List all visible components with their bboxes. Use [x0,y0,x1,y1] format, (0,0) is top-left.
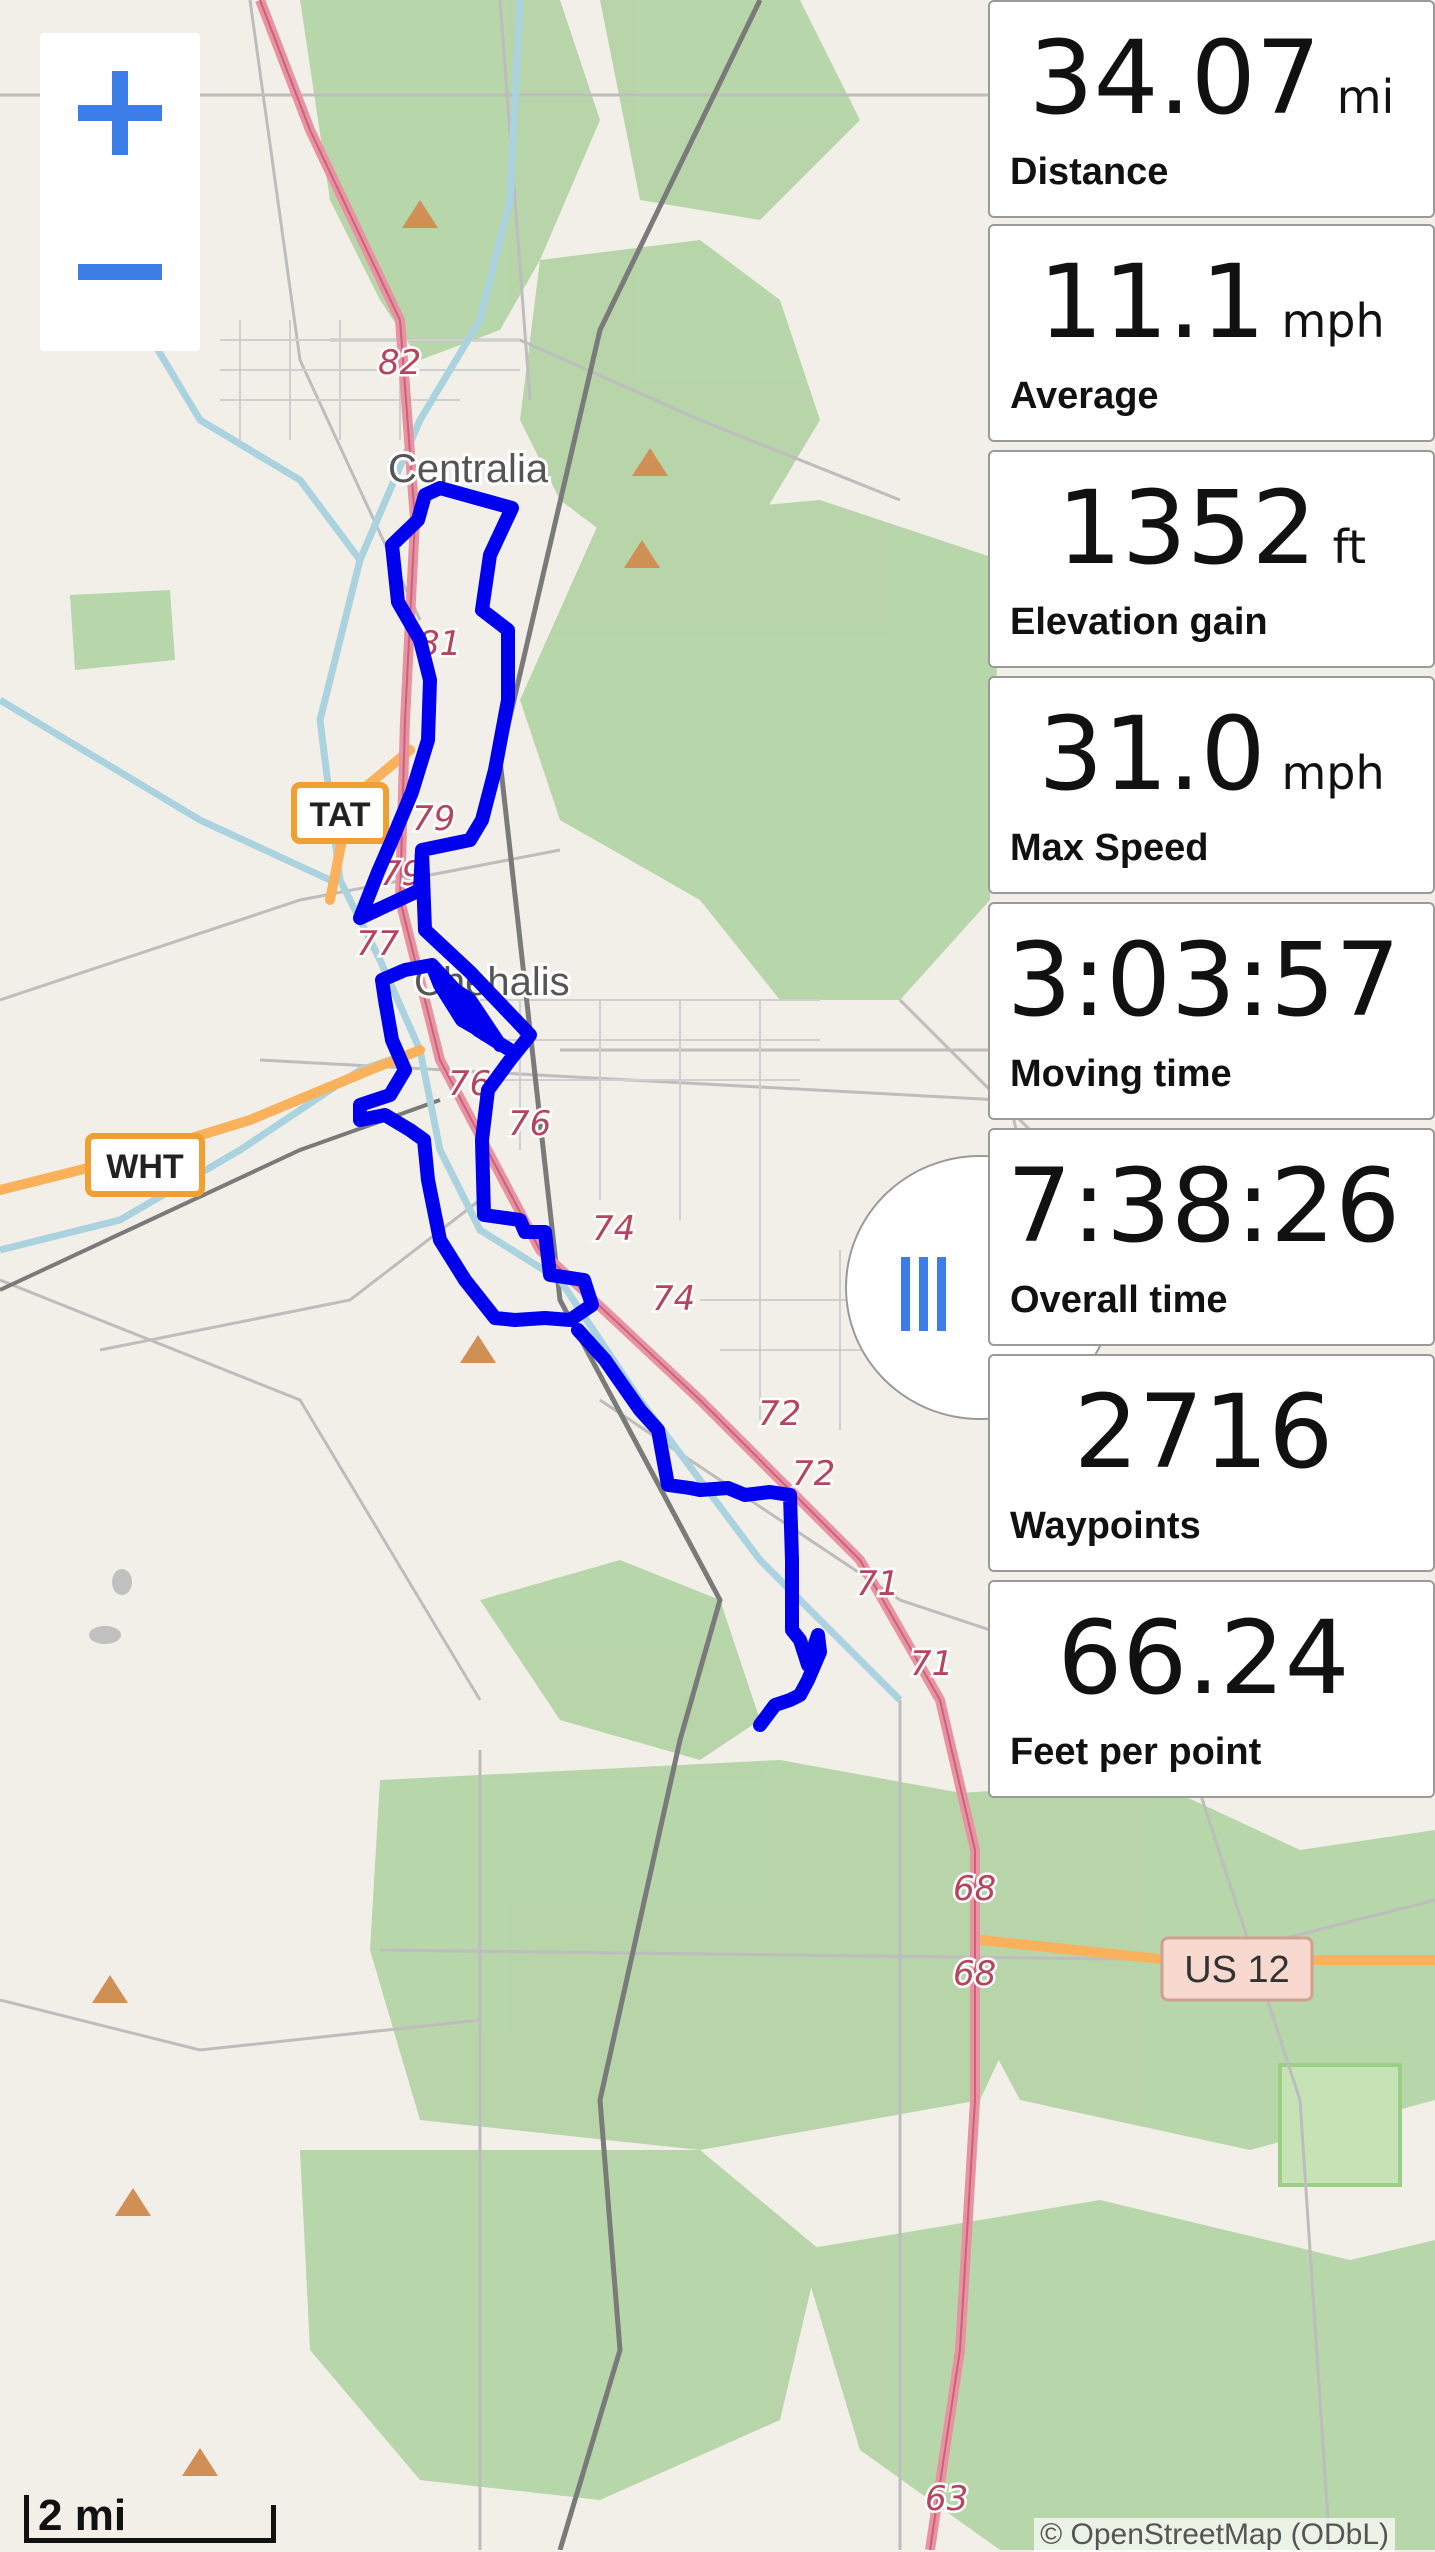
lake [89,1626,121,1644]
stat-unit: ft [1332,520,1366,574]
exit-label: 72 [792,1454,835,1494]
stat-label: Max Speed [1010,827,1209,869]
exit-label: 72 [758,1394,801,1434]
stat-unit: mi [1336,70,1395,124]
stat-unit: mph [1281,746,1385,800]
plus-icon [78,70,162,155]
stat-card-average: 11.1 mph Average [988,224,1435,442]
stat-label: Average [1010,375,1159,417]
exit-label: 71 [910,1644,953,1684]
exit-label: 68 [953,1954,996,1994]
svg-text:TAT: TAT [309,796,370,834]
highway-shield-tat: TAT [291,782,389,844]
stat-card-feet-per-point: 66.24 Feet per point [988,1580,1435,1798]
stat-card-max-speed: 31.0 mph Max Speed [988,676,1435,894]
stat-label: Elevation gain [1010,601,1268,643]
exit-label: 68 [953,1869,996,1909]
svg-text:WHT: WHT [106,1148,184,1186]
zoom-controls [40,33,200,351]
stat-value: 7:38:26 [1006,1147,1401,1266]
exit-label: 71 [856,1564,899,1604]
stat-card-distance: 34.07 mi Distance [988,0,1435,218]
stat-value: 3:03:57 [1006,921,1401,1040]
stat-label: Overall time [1010,1279,1228,1321]
stat-unit: mph [1281,294,1385,348]
exit-label: 77 [356,924,400,964]
stat-label: Distance [1010,151,1169,193]
stat-value: 34.07 [1028,19,1321,138]
zoom-in-button[interactable] [40,33,200,192]
minus-icon [78,263,162,280]
stat-card-moving-time: 3:03:57 Moving time [988,902,1435,1120]
zoom-out-button[interactable] [40,192,200,351]
exit-label: 74 [592,1209,635,1249]
place-label-centralia: Centralia [388,447,549,491]
stat-value: 2716 [1073,1373,1334,1492]
drag-handle-icon [901,1257,946,1331]
exit-label: 63 [925,2479,968,2519]
stat-label: Moving time [1010,1053,1232,1095]
stat-value: 66.24 [1057,1599,1350,1718]
exit-label: 76 [508,1104,551,1144]
scale-bar-tick [24,2495,29,2543]
lake [112,1569,132,1595]
stat-label: Feet per point [1010,1731,1262,1773]
stat-label: Waypoints [1010,1505,1201,1547]
highway-shield-wht: WHT [85,1133,205,1197]
map-attribution[interactable]: © OpenStreetMap (ODbL) [1034,2518,1395,2552]
highway-shield-us12: US 12 [1160,1936,1314,2002]
park-area [1278,2063,1402,2187]
stat-value: 11.1 [1038,243,1266,362]
svg-text:US 12: US 12 [1184,1949,1290,1991]
stat-card-overall-time: 7:38:26 Overall time [988,1128,1435,1346]
stat-value: 31.0 [1038,695,1266,814]
exit-label: 82 [378,343,421,383]
stat-card-elevation-gain: 1352 ft Elevation gain [988,450,1435,668]
exit-label: 74 [652,1279,695,1319]
exit-label: 79 [412,799,455,839]
scale-label: 2 mi [38,2491,127,2540]
stat-value: 1352 [1056,469,1317,588]
stat-card-waypoints: 2716 Waypoints [988,1354,1435,1572]
